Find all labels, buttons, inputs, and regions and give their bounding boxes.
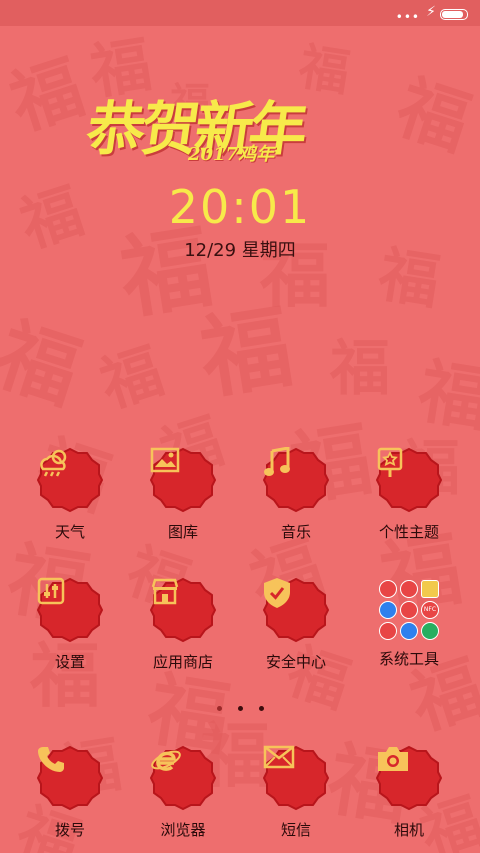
date: 12/29 星期四 (184, 240, 296, 261)
app-music[interactable]: 音乐 (246, 447, 346, 542)
nfc-icon: NFC (421, 601, 439, 619)
shield-icon (263, 577, 329, 643)
page-dot[interactable] (258, 706, 264, 711)
music-icon (263, 447, 329, 513)
app-weather[interactable]: 天气 (20, 447, 120, 542)
theme-icon (376, 447, 442, 513)
app-badge (263, 745, 329, 811)
app-label: 短信 (280, 821, 311, 839)
message-icon (263, 745, 329, 811)
app-label: 相机 (393, 821, 424, 839)
app-badge (150, 577, 216, 643)
background-glyph: 福 (413, 348, 480, 442)
app-label: 设置 (54, 653, 85, 671)
app-label: 应用商店 (152, 653, 213, 671)
bolt-icon: ⚡ (426, 4, 436, 20)
app-badge (376, 745, 442, 811)
app-badge (376, 447, 442, 513)
battery-icon (440, 9, 468, 20)
app-badge (37, 745, 103, 811)
new-year-banner: 恭贺新年 2017鸡年 (83, 62, 388, 192)
signal-indicator: ••• (395, 10, 420, 24)
app-badge (263, 577, 329, 643)
folder-app-icon (400, 622, 418, 640)
app-badge (37, 577, 103, 643)
folder-app-icon (379, 580, 397, 598)
app-label: 安全中心 (265, 653, 326, 671)
background-glyph: 福 (330, 334, 390, 404)
background-glyph: 福 (92, 336, 172, 422)
app-label: 天气 (54, 523, 85, 541)
background-glyph: 福 (0, 44, 93, 146)
folder-app-icon (379, 622, 397, 640)
folder-app-icon (400, 601, 418, 619)
folder-app-icon (400, 580, 418, 598)
background-glyph: 福 (193, 293, 299, 413)
app-label: 浏览器 (160, 821, 206, 839)
app-gallery[interactable]: 图库 (133, 447, 233, 542)
app-badge (37, 447, 103, 513)
store-icon (150, 577, 216, 643)
folder-app-icon (379, 601, 397, 619)
clock: 20:01 (168, 180, 312, 234)
background-glyph: 福 (387, 64, 480, 166)
app-label: 图库 (167, 523, 198, 541)
app-badge (150, 745, 216, 811)
background-glyph: 福 (0, 306, 91, 421)
camera-icon (376, 745, 442, 811)
banner-subline: 2017鸡年 (188, 144, 275, 165)
app-camera[interactable]: 相机 (359, 745, 459, 840)
app-security[interactable]: 安全中心 (246, 577, 346, 672)
weather-icon (37, 447, 103, 513)
browser-icon (150, 745, 216, 811)
app-label: 拨号 (54, 821, 85, 839)
page-dot[interactable] (216, 706, 222, 711)
app-store[interactable]: 应用商店 (133, 577, 233, 672)
app-badge (150, 447, 216, 513)
gallery-icon (150, 447, 216, 513)
app-label: 个性主题 (378, 523, 439, 541)
app-settings[interactable]: 设置 (20, 577, 120, 672)
app-label: 系统工具 (378, 650, 439, 668)
page-dot[interactable] (237, 706, 243, 711)
app-browser[interactable]: 浏览器 (133, 745, 233, 840)
app-badge (263, 447, 329, 513)
app-messages[interactable]: 短信 (246, 745, 346, 840)
app-themes[interactable]: 个性主题 (359, 447, 459, 542)
folder-system-tools[interactable]: NFC 系统工具 (359, 577, 459, 669)
folder-app-icon (421, 580, 439, 598)
folder-icon: NFC (379, 580, 439, 640)
app-label: 音乐 (280, 523, 311, 541)
page-indicator (0, 696, 480, 715)
phone-icon (37, 745, 103, 811)
app-phone[interactable]: 拨号 (20, 745, 120, 840)
settings-icon (37, 577, 103, 643)
status-bar: ••• ⚡ (0, 0, 480, 26)
folder-app-icon (421, 622, 439, 640)
